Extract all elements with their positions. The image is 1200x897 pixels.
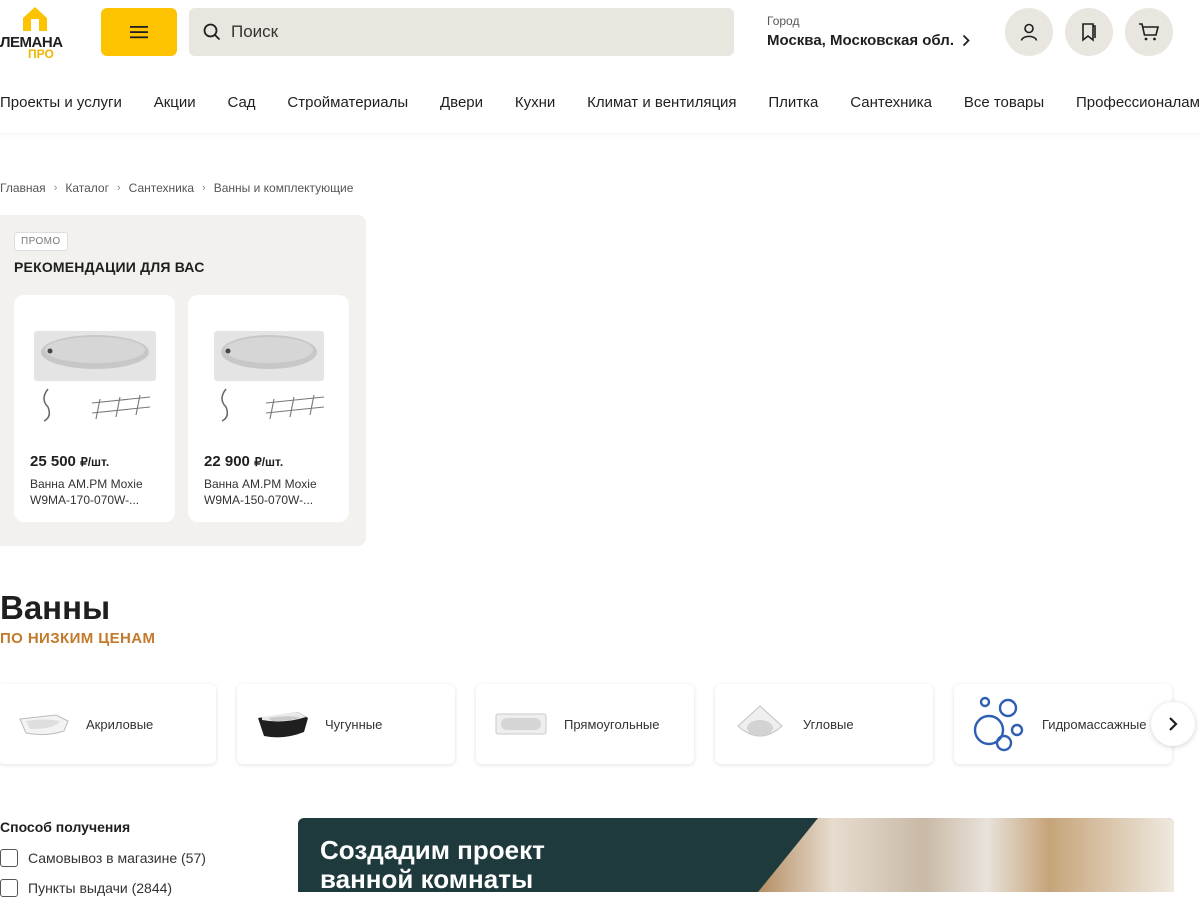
bathroom-photo (758, 818, 1174, 892)
catalog-menu-button[interactable] (101, 8, 177, 56)
nav-professionals[interactable]: Профессионалам (1076, 94, 1200, 114)
house-logo-icon (23, 7, 47, 31)
filter-option-label: Пункты выдачи (2844) (28, 880, 173, 896)
price-unit: ₽/шт. (80, 455, 110, 469)
category-rectangular[interactable]: Прямоугольные (476, 684, 694, 764)
search-input[interactable] (229, 21, 709, 43)
promo-recommendations: ПРОМО РЕКОМЕНДАЦИИ ДЛЯ ВАС 25 500 ₽/шт. … (0, 215, 366, 546)
nav-climate[interactable]: Климат и вентиляция (587, 94, 736, 114)
category-label: Гидромассажные (1042, 716, 1147, 732)
price-unit: ₽/шт. (254, 455, 284, 469)
banner-title-line: ванной комнаты (320, 864, 534, 893)
category-acrylic[interactable]: Акриловые (0, 684, 216, 764)
chevron-right-icon: › (53, 182, 58, 194)
logo[interactable]: ЛЕМАНА ПРО (0, 4, 72, 61)
category-corner[interactable]: Угловые (715, 684, 933, 764)
header: ЛЕМАНА ПРО Город Москва, Московская обл. (0, 0, 1200, 133)
product-name-line: Ванна AM.PM Moxie (30, 477, 143, 491)
category-label: Акриловые (86, 716, 154, 732)
categories-next-button[interactable] (1151, 702, 1195, 746)
price-value: 25 500 (30, 453, 76, 470)
filter-option-pickup-points[interactable]: Пункты выдачи (2844) (0, 879, 172, 897)
checkbox[interactable] (0, 849, 18, 867)
nav-building-materials[interactable]: Стройматериалы (287, 94, 408, 114)
cast-iron-bath-icon (251, 699, 313, 749)
chevron-right-icon (962, 34, 970, 47)
city-value-row: Москва, Московская обл. (767, 32, 970, 49)
page-title: Ванны (0, 589, 111, 626)
filter-option-label: Самовывоз в магазине (57) (28, 850, 206, 866)
filter-title-delivery: Способ получения (0, 819, 131, 835)
profile-button[interactable] (1005, 8, 1053, 56)
acrylic-bath-icon (12, 699, 74, 749)
favorites-button[interactable] (1065, 8, 1113, 56)
breadcrumb-catalog[interactable]: Каталог (65, 181, 109, 195)
breadcrumb-plumbing[interactable]: Сантехника (129, 181, 194, 195)
category-cast-iron[interactable]: Чугунные (237, 684, 455, 764)
promo-banner[interactable]: Создадим проект ванной комнаты (298, 818, 1174, 892)
nav-plumbing[interactable]: Сантехника (850, 94, 932, 114)
bathtub-product-image (34, 331, 156, 422)
nav-all-products[interactable]: Все товары (964, 94, 1044, 114)
product-name-line: W9MA-170-070W-... (30, 493, 140, 507)
nav-projects[interactable]: Проекты и услуги (0, 94, 122, 114)
hamburger-icon (130, 26, 148, 39)
rectangular-bath-icon (490, 699, 552, 749)
cart-button[interactable] (1125, 8, 1173, 56)
product-name[interactable]: Ванна AM.PM Moxie W9MA-150-070W-... (204, 476, 334, 508)
cart-icon (1139, 23, 1160, 41)
nav-garden[interactable]: Сад (227, 94, 255, 114)
product-price: 22 900 ₽/шт. (204, 453, 283, 470)
checkbox[interactable] (0, 879, 18, 897)
bookmark-icon (1082, 23, 1096, 42)
product-price: 25 500 ₽/шт. (30, 453, 109, 470)
corner-bath-icon (729, 699, 791, 749)
category-label: Прямоугольные (564, 716, 660, 732)
main-nav: Проекты и услуги Акции Сад Стройматериал… (0, 94, 1200, 114)
bubbles-icon (968, 696, 1030, 752)
bathtub-product-image (214, 331, 325, 422)
city-label: Город (767, 14, 800, 28)
price-value: 22 900 (204, 453, 250, 470)
banner-title: Создадим проект ванной комнаты (320, 835, 545, 893)
city-value: Москва, Московская обл. (767, 32, 954, 49)
chevron-right-icon: › (116, 182, 121, 194)
nav-doors[interactable]: Двери (440, 94, 483, 114)
nav-kitchens[interactable]: Кухни (515, 94, 555, 114)
nav-tiles[interactable]: Плитка (768, 94, 818, 114)
search-icon (203, 23, 221, 41)
promo-badge: ПРОМО (14, 232, 68, 251)
breadcrumb: Главная › Каталог › Сантехника › Ванны и… (0, 181, 353, 195)
product-name-line: Ванна AM.PM Moxie (204, 477, 317, 491)
page-subtitle: ПО НИЗКИМ ЦЕНАМ (0, 630, 156, 647)
breadcrumb-home[interactable]: Главная (0, 181, 46, 195)
chevron-right-icon (1169, 717, 1178, 731)
product-card[interactable]: 25 500 ₽/шт. Ванна AM.PM Moxie W9MA-170-… (14, 295, 175, 522)
breadcrumb-baths[interactable]: Ванны и комплектующие (214, 181, 354, 195)
promo-title: РЕКОМЕНДАЦИИ ДЛЯ ВАС (14, 259, 205, 275)
category-label: Угловые (803, 716, 854, 732)
banner-title-line: Создадим проект (320, 835, 545, 865)
logo-text-bottom: ПРО (28, 47, 54, 61)
category-hydromassage[interactable]: Гидромассажные (954, 684, 1172, 764)
chevron-right-icon: › (202, 182, 206, 194)
city-selector[interactable]: Город Москва, Московская обл. (767, 14, 970, 49)
nav-promotions[interactable]: Акции (154, 94, 196, 114)
user-icon (1020, 23, 1038, 41)
product-card[interactable]: 22 900 ₽/шт. Ванна AM.PM Moxie W9MA-150-… (188, 295, 349, 522)
product-name-line: W9MA-150-070W-... (204, 493, 314, 507)
category-label: Чугунные (325, 716, 383, 732)
search-bar[interactable] (189, 8, 734, 56)
filter-option-pickup[interactable]: Самовывоз в магазине (57) (0, 849, 206, 867)
product-name[interactable]: Ванна AM.PM Moxie W9MA-170-070W-... (30, 476, 160, 508)
